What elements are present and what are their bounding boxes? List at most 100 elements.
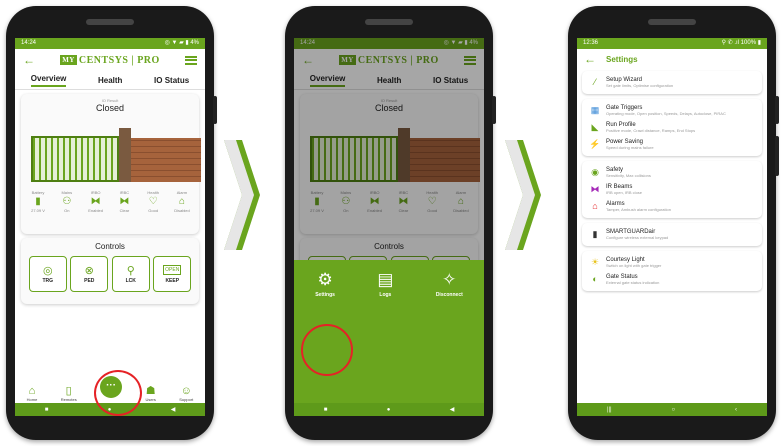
status-bar: 14:24 ◎ ▼ ▰ ▮ 4% <box>15 38 205 49</box>
control-button-keep[interactable]: OPEN KEEP <box>153 256 192 292</box>
status-indicator: Battery ▮ 27.09 V <box>25 190 51 213</box>
settings-item-text: Run Profile Positive mode, Crawl distance… <box>606 122 695 133</box>
tab-overview[interactable]: Overview <box>30 74 67 87</box>
settings-item[interactable]: ⌂ Alarms Tamper, Ambush alarm configuratio… <box>582 198 762 215</box>
sheet-label: Logs <box>379 292 392 298</box>
settings-item-text: Setup Wizard Set gate limits, Optimise co… <box>606 77 673 88</box>
settings-item-subtitle: Positive mode, Crawl distance, Ramps, En… <box>606 128 696 133</box>
control-icon: OPEN <box>163 264 182 275</box>
nav-home[interactable]: ⌂ Home <box>27 385 38 402</box>
settings-item-text: IR Beams IRB open, IRB close <box>606 184 642 195</box>
nav-support[interactable]: ☺ Support <box>179 385 193 402</box>
gate-state-caption: IO Result <box>101 98 119 103</box>
speaker <box>365 19 413 25</box>
recents-icon[interactable]: ||| <box>607 407 612 413</box>
nav-users[interactable]: ☗ Users <box>145 384 155 402</box>
status-indicator: IRBC ⧓ Clear <box>111 190 137 213</box>
dim-overlay[interactable] <box>294 38 484 260</box>
back-icon[interactable]: ◀ <box>171 406 176 413</box>
gate-status-card: IO Result Closed Battery ▮ 27.09 V Mains ⚇ On… <box>21 94 201 234</box>
home-icon[interactable]: ● <box>387 407 391 413</box>
sheet-label: Settings <box>315 292 335 298</box>
alarm-icon: ⌂ <box>592 201 598 211</box>
back-arrow-icon[interactable]: ← <box>584 52 596 66</box>
back-icon[interactable]: ◀ <box>450 406 455 413</box>
settings-item[interactable]: ☀ Courtesy Light Switch on light with gate… <box>582 254 762 271</box>
settings-icon: ⚙ <box>317 270 333 289</box>
status-icons: ⚲ ✆ .ıl 100% ▮ <box>721 40 761 46</box>
control-button-trg[interactable]: ◎TRG <box>28 256 67 292</box>
status-bar: 12:36 ⚲ ✆ .ıl 100% ▮ <box>577 38 767 49</box>
control-label: KEEP <box>165 277 180 284</box>
nav-label: Users <box>145 397 156 402</box>
settings-header: ← Settings <box>577 49 767 69</box>
settings-item[interactable]: ▮ SMARTGUARDair Configure wireless externa… <box>582 226 762 243</box>
control-icon: ⊗ <box>84 265 94 277</box>
highlight-circle <box>94 370 142 416</box>
app-bar: ← MY CENTSYS | PRO <box>15 49 205 71</box>
ir-beam-icon: ⧓ <box>590 184 600 194</box>
control-label: LCK <box>125 278 136 284</box>
status-indicator: IRBO ⧓ Enabled <box>83 190 109 213</box>
controls-card: Controls ◎TRG⊗PED⚲LCK OPEN KEEP <box>21 238 199 304</box>
settings-item[interactable]: ◐ Gate Status External gate status indicat… <box>582 271 762 288</box>
settings-item-text: Gate Triggers Operating mode, Open positi… <box>606 105 726 116</box>
settings-item-text: Power Saving Speed during mains failure <box>606 139 654 150</box>
status-indicator: Mains ⚇ On <box>54 190 80 213</box>
settings-group: ⁄ Setup Wizard Set gate limits, Optimise c… <box>582 71 762 94</box>
keypad-icon: ▮ <box>592 229 598 239</box>
sheet-logs[interactable]: ▤ Logs <box>377 270 393 403</box>
settings-item[interactable]: ⁄ Setup Wizard Set gate limits, Optimise c… <box>582 74 762 91</box>
users-icon: ☗ <box>145 385 156 397</box>
volume-button <box>492 96 496 124</box>
logo-text: CENTSYS | PRO <box>78 54 160 66</box>
settings-item-subtitle: External gate status indication <box>606 280 660 285</box>
logo: MY CENTSYS | PRO <box>60 55 160 66</box>
ir-beam-icon: ⧓ <box>90 196 101 207</box>
back-icon[interactable]: ‹ <box>735 407 737 413</box>
control-button-ped[interactable]: ⊗PED <box>70 256 109 292</box>
light-icon: ☀ <box>590 257 600 267</box>
settings-item[interactable]: ◉ Safety Sensitivity, Max collisions <box>582 164 762 181</box>
settings-item[interactable]: ⚡ Power Saving Speed during mains failure <box>582 136 762 153</box>
support-icon: ☺ <box>180 385 192 397</box>
settings-group: ▦ Gate Triggers Operating mode, Open posit… <box>582 99 762 156</box>
control-button-lck[interactable]: ⚲LCK <box>111 256 150 292</box>
back-arrow-icon[interactable]: ← <box>23 53 35 67</box>
status-value: Disabled <box>174 208 190 213</box>
alarm-icon: ⌂ <box>178 196 185 207</box>
status-time: 14:24 <box>21 40 37 46</box>
highlight-circle <box>301 324 353 376</box>
logs-icon: ▤ <box>377 270 394 289</box>
recents-icon[interactable]: ■ <box>324 407 328 413</box>
settings-list: ⁄ Setup Wizard Set gate limits, Optimise c… <box>577 71 767 291</box>
home-icon: ⌂ <box>28 385 36 397</box>
status-time: 12:36 <box>583 40 599 46</box>
sheet-disconnect[interactable]: ✧ Disconnect <box>436 270 463 403</box>
menu-icon[interactable] <box>185 55 197 65</box>
status-value: 27.09 V <box>31 208 45 213</box>
controls-title: Controls <box>95 242 125 251</box>
settings-item[interactable]: ◣ Run Profile Positive mode, Crawl distanc… <box>582 119 762 136</box>
nav-label: Support <box>179 397 194 402</box>
gate-illustration <box>31 124 201 184</box>
settings-group: ▮ SMARTGUARDair Configure wireless externa… <box>582 223 762 246</box>
settings-item-subtitle: Configure wireless external keypad <box>606 235 669 240</box>
heart-icon: ♡ <box>148 196 158 207</box>
status-indicator-row: Battery ▮ 27.09 V Mains ⚇ On IRBO ⧓ Enabled IRBC ⧓… <box>25 190 195 213</box>
home-icon[interactable]: ○ <box>672 407 676 413</box>
tab-health[interactable]: Health <box>98 76 122 85</box>
settings-item[interactable]: ⧓ IR Beams IRB open, IRB close <box>582 181 762 198</box>
settings-item[interactable]: ▦ Gate Triggers Operating mode, Open posit… <box>582 102 762 119</box>
tab-io-status[interactable]: IO Status <box>154 76 189 85</box>
status-icons: ◎ ▼ ▰ ▮ 4% <box>164 40 199 46</box>
recents-icon[interactable]: ■ <box>45 407 49 413</box>
status-value: Enabled <box>88 208 103 213</box>
status-icon: ◐ <box>592 274 598 284</box>
chevron-arrow-icon <box>224 140 260 250</box>
control-label: TRG <box>42 278 54 284</box>
trigger-icon: ▦ <box>590 105 600 115</box>
settings-item-text: Courtesy Light Switch on light with gate … <box>606 257 661 268</box>
controls-row: ◎TRG⊗PED⚲LCK OPEN KEEP <box>21 251 199 292</box>
nav-remotes[interactable]: ▯ Remotes <box>61 384 77 402</box>
